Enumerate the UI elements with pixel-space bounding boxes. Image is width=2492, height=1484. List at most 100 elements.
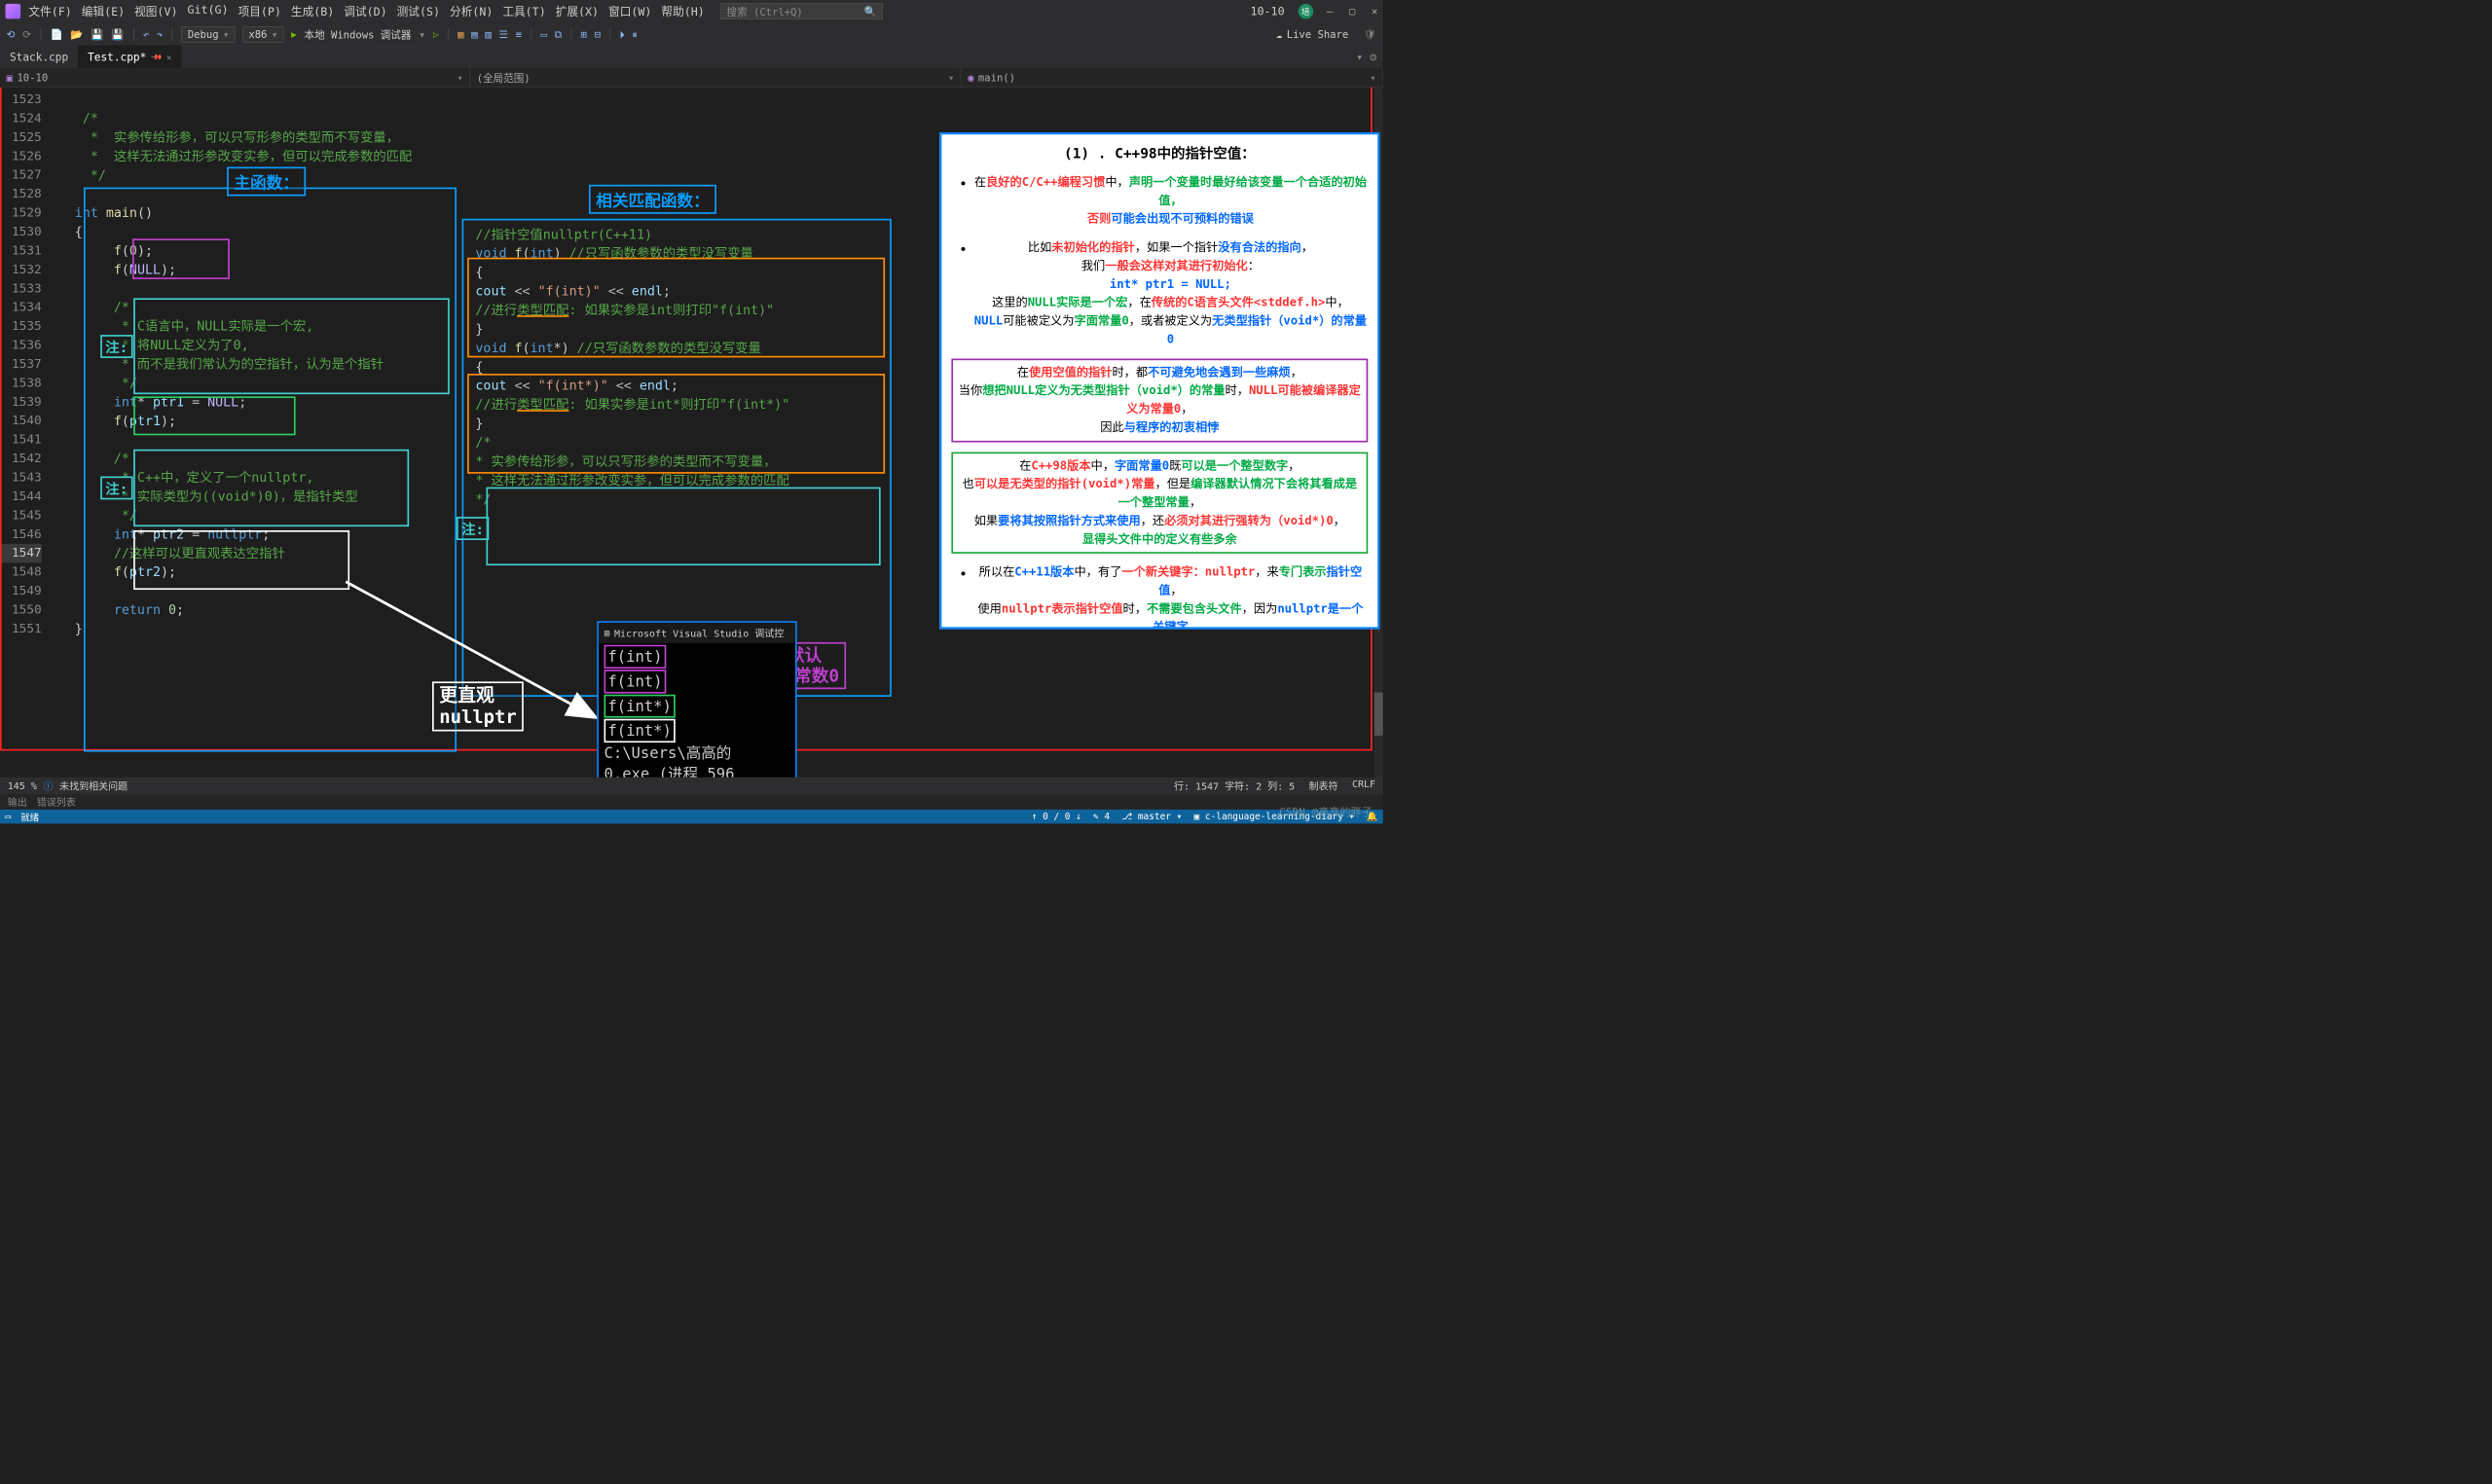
footer-ready: 就绪 — [20, 810, 39, 823]
editor-navbar: ▣ 10-10 ▾ (全局范围) ▾ ◉ main() ▾ — [0, 68, 1383, 88]
search-input[interactable]: 搜索 (Ctrl+Q) 🔍 — [720, 3, 883, 19]
annot-box-ptr1 — [133, 396, 295, 435]
toolbar-icon-10[interactable]: ⏵ — [619, 28, 624, 40]
annot-box-fintp — [467, 374, 885, 474]
search-icon: 🔍 — [864, 5, 877, 18]
menu-build[interactable]: 生成(B) — [291, 3, 334, 19]
annot-box-fint — [467, 258, 885, 358]
toolbar-icon-5[interactable]: ≡ — [516, 28, 522, 40]
liveshare-icon: ☁ — [1276, 28, 1282, 40]
console-line: f(int*) — [604, 719, 675, 742]
indent-mode[interactable]: 制表符 — [1309, 778, 1338, 792]
menu-file[interactable]: 文件(F) — [28, 3, 71, 19]
toolbar-icon-4[interactable]: ☰ — [498, 28, 507, 40]
tab-test[interactable]: Test.cpp* 📌 ✕ — [78, 46, 181, 68]
annot-label-main: 主函数： — [227, 166, 306, 196]
avatar[interactable]: 培 — [1298, 4, 1313, 19]
pin-icon[interactable]: 📌 — [150, 51, 163, 63]
redo-icon[interactable]: ↷ — [157, 28, 163, 40]
nav-scope-func[interactable]: ◉ main() ▾ — [961, 68, 1382, 87]
console-line: f(int) — [604, 670, 666, 693]
footer-ready-icon: ▭ — [6, 812, 12, 822]
maximize-icon[interactable]: ▢ — [1349, 6, 1355, 18]
menu-help[interactable]: 帮助(H) — [661, 3, 704, 19]
platform-dropdown[interactable]: x86 — [242, 26, 283, 43]
start-debug-icon[interactable]: ▶ — [291, 29, 297, 40]
notes-bullet-1: 在良好的C/C++编程习惯中，声明一个变量时最好给该变量一个合适的初始值， 否则… — [951, 173, 1368, 229]
git-branch[interactable]: ⎇ master ▾ — [1121, 812, 1182, 822]
toolbar-icon-2[interactable]: ▤ — [471, 28, 477, 40]
tab-overflow-icon[interactable]: ▾ ⚙ — [1349, 47, 1382, 68]
console-line: f(int) — [604, 645, 666, 669]
notes-panel: (1) . C++98中的指针空值： 在良好的C/C++编程习惯中，声明一个变量… — [939, 132, 1379, 630]
toolbar-icon-8[interactable]: ⊞ — [581, 28, 587, 40]
arrow-white — [341, 576, 605, 727]
nav-scope-project[interactable]: ▣ 10-10 ▾ — [0, 68, 470, 87]
annot-note-2: 注: — [100, 477, 132, 500]
solution-name: 10-10 — [1251, 5, 1285, 18]
new-file-icon[interactable]: 📄 — [51, 28, 63, 41]
menu-view[interactable]: 视图(V) — [134, 3, 177, 19]
menu-tools[interactable]: 工具(T) — [502, 3, 545, 19]
git-pencil-icon[interactable]: ✎ 4 — [1093, 812, 1110, 822]
bottom-tabs: 输出 错误列表 — [0, 794, 1383, 810]
notes-bullet-2: 比如未初始化的指针，如果一个指针没有合法的指向， 我们一般会这样对其进行初始化：… — [951, 238, 1368, 349]
project-icon: ▣ — [7, 72, 13, 84]
liveshare-label[interactable]: Live Share — [1287, 28, 1348, 40]
toolbar-icon-9[interactable]: ⊟ — [595, 28, 601, 40]
search-placeholder: 搜索 (Ctrl+Q) — [727, 4, 803, 18]
annot-box-cmt4 — [487, 488, 881, 565]
line-endings[interactable]: CRLF — [1352, 778, 1375, 792]
save-all-icon[interactable]: 💾 — [111, 28, 124, 41]
annot-box-cmt2 — [133, 298, 450, 394]
minimap-thumb[interactable] — [1374, 693, 1383, 736]
menu-project[interactable]: 项目(P) — [238, 3, 281, 19]
annot-box-calls — [132, 238, 230, 279]
admin-icon[interactable]: 🛡 — [1364, 28, 1376, 41]
issues-icon[interactable]: ⓘ — [44, 778, 54, 792]
start-nodebug-icon[interactable]: ▷ — [433, 29, 439, 40]
toolbar-icon-1[interactable]: ▦ — [458, 28, 463, 40]
toolbar-icon-6[interactable]: ▭ — [540, 28, 546, 40]
menu-debug[interactable]: 调试(D) — [344, 3, 386, 19]
editor-tabs: Stack.cpp Test.cpp* 📌 ✕ ▾ ⚙ — [0, 47, 1383, 68]
tab-output[interactable]: 输出 — [8, 795, 27, 809]
nav-back-icon[interactable]: ⟲ — [7, 28, 16, 40]
toolbar-icon-3[interactable]: ▥ — [485, 28, 491, 40]
menu-git[interactable]: Git(G) — [187, 3, 228, 19]
git-arrows[interactable]: ↑ 0 / 0 ↓ — [1032, 812, 1081, 822]
menu-edit[interactable]: 编辑(E) — [82, 3, 125, 19]
annot-box-cmt3 — [133, 450, 409, 526]
nav-fwd-icon[interactable]: ⟳ — [22, 28, 31, 40]
func-icon: ◉ — [968, 72, 973, 84]
notes-box-green: 在C++98版本中，字面常量0既可以是一个整型数字， 也可以是无类型的指针(vo… — [951, 452, 1368, 554]
minimize-icon[interactable]: — — [1327, 6, 1333, 18]
config-dropdown[interactable]: Debug — [182, 26, 236, 43]
annot-note-1: 注: — [100, 335, 132, 358]
toolbar-icon-7[interactable]: ⧉ — [555, 28, 563, 40]
footer-bar: ▭ 就绪 ↑ 0 / 0 ↓ ✎ 4 ⎇ master ▾ ▣ c-langua… — [0, 810, 1383, 823]
start-debug-label[interactable]: 本地 Windows 调试器 — [305, 27, 412, 42]
nav-scope-global[interactable]: (全局范围) ▾ — [470, 68, 961, 87]
tab-stack[interactable]: Stack.cpp — [0, 46, 78, 68]
zoom-level[interactable]: 145 % — [8, 780, 37, 792]
tab-label: Test.cpp* — [88, 51, 146, 63]
close-icon[interactable]: ✕ — [1372, 6, 1377, 18]
menu-analyze[interactable]: 分析(N) — [450, 3, 493, 19]
debug-console: ⊞Microsoft Visual Studio 调试控 f(int) f(in… — [597, 621, 796, 788]
issues-text[interactable]: 未找到相关问题 — [59, 778, 128, 792]
menu-extensions[interactable]: 扩展(X) — [556, 3, 599, 19]
save-icon[interactable]: 💾 — [91, 28, 103, 41]
toolbar-icon-11[interactable]: ⏸ — [633, 28, 638, 40]
tab-label: Stack.cpp — [10, 51, 68, 63]
menu-test[interactable]: 测试(S) — [397, 3, 440, 19]
tab-errorlist[interactable]: 错误列表 — [37, 795, 76, 809]
annot-label-related: 相关匹配函数： — [589, 185, 716, 214]
console-title: ⊞Microsoft Visual Studio 调试控 — [599, 623, 795, 643]
annot-note-3: 注: — [457, 517, 489, 540]
undo-icon[interactable]: ↶ — [143, 28, 149, 40]
menu-window[interactable]: 窗口(W) — [608, 3, 651, 19]
notes-box-purple: 在使用空值的指针时，都不可避免地会遇到一些麻烦， 当你想把NULL定义为无类型指… — [951, 359, 1368, 443]
tab-close-icon[interactable]: ✕ — [166, 53, 171, 63]
open-icon[interactable]: 📂 — [70, 28, 83, 41]
